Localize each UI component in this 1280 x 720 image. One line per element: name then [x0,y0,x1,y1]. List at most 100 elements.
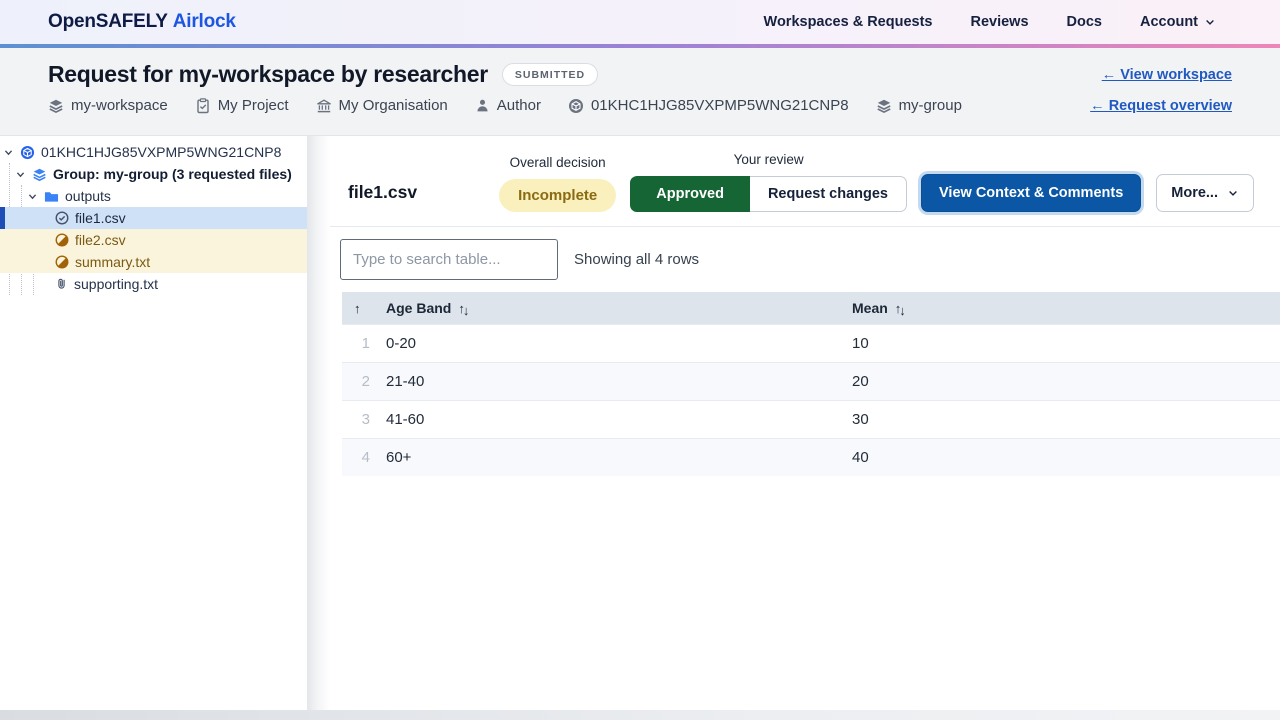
table-row: 2 21-40 20 [342,363,1280,401]
chevron-down-icon[interactable] [27,191,38,202]
meta-workspace: my-workspace [48,97,168,114]
age-band-cell: 41-60 [378,401,844,439]
data-table: ↑ Age Band ↑↓ Mean ↑↓ 1 0-20 10 2 21-40 20… [342,292,1280,476]
table-row: 4 60+ 40 [342,439,1280,477]
page-title: Request for my-workspace by researcher [48,61,488,88]
row-number-cell: 4 [342,439,378,477]
check-circle-icon [55,211,69,225]
table-row: 1 0-20 10 [342,325,1280,363]
brand-logo[interactable]: OpenSAFELYAirlock [48,11,236,33]
tree-node-group[interactable]: Group: my-group (3 requested files) [0,163,307,185]
request-overview-link[interactable]: ← Request overview [1090,98,1232,114]
tree-file-label: supporting.txt [74,276,158,292]
meta-workspace-label: my-workspace [71,97,168,114]
table-header-row: ↑ Age Band ↑↓ Mean ↑↓ [342,292,1280,325]
meta-group-label: my-group [899,97,962,114]
meta-author: Author [475,97,541,114]
tree-file-supporting-txt[interactable]: supporting.txt [0,273,307,295]
pending-review-icon [55,233,69,247]
cube-icon [568,98,584,114]
meta-project-label: My Project [218,97,289,114]
tree-node-outputs-folder[interactable]: outputs [0,185,307,207]
brand-part2: Airlock [173,11,236,32]
meta-group: my-group [876,97,962,114]
status-badge: SUBMITTED [502,63,598,86]
review-button-group: Approved Request changes [630,176,907,212]
chevron-down-icon[interactable] [15,169,26,180]
meta-organisation-label: My Organisation [339,97,448,114]
more-button-label: More... [1171,185,1218,201]
age-band-cell: 60+ [378,439,844,477]
row-number-header[interactable]: ↑ [342,292,378,325]
file-title: file1.csv [348,182,417,212]
mean-cell: 20 [844,363,1280,401]
file-review-header: file1.csv Overall decision Incomplete Yo… [330,136,1280,226]
tree-file-summary-txt[interactable]: summary.txt [0,251,307,273]
more-button[interactable]: More... [1156,174,1254,212]
tree-folder-label: outputs [65,188,111,204]
horizontal-scrollbar-track[interactable] [0,710,1280,720]
nav-links: Workspaces & Requests Reviews Docs Accou… [764,14,1216,30]
tree-file-label: file1.csv [75,210,126,226]
chevron-down-icon [1204,16,1216,28]
mean-cell: 40 [844,439,1280,477]
chevron-down-icon [1227,187,1239,199]
file-review-panel: file1.csv Overall decision Incomplete Yo… [330,136,1280,710]
bank-icon [316,98,332,114]
view-context-comments-button[interactable]: View Context & Comments [921,174,1141,212]
brand-part1: OpenSAFELY [48,11,168,32]
overall-decision-label: Overall decision [510,155,606,170]
tree-group-label: Group: my-group (3 requested files) [53,166,292,182]
mean-header[interactable]: Mean ↑↓ [844,292,1280,325]
your-review-group: Your review Approved Request changes [630,152,907,212]
request-changes-button[interactable]: Request changes [750,176,907,212]
pending-review-icon [55,255,69,269]
approved-button[interactable]: Approved [630,176,750,212]
tree-root-label: 01KHC1HJG85VXPMP5WNG21CNP8 [41,144,281,160]
age-band-cell: 0-20 [378,325,844,363]
layers-icon [32,167,47,182]
meta-author-label: Author [497,97,541,114]
chevron-down-icon[interactable] [3,147,14,158]
clipboard-icon [195,98,211,114]
sort-asc-icon: ↑ [354,301,359,316]
mean-cell: 30 [844,401,1280,439]
rows-count-text: Showing all 4 rows [574,251,699,268]
top-nav: OpenSAFELYAirlock Workspaces & Requests … [0,0,1280,44]
mean-cell: 10 [844,325,1280,363]
age-band-header-label: Age Band [386,300,451,316]
request-cube-icon [20,145,35,160]
age-band-cell: 21-40 [378,363,844,401]
tree-file-file1-csv[interactable]: file1.csv [0,207,307,229]
your-review-label: Your review [734,152,804,167]
search-input[interactable] [340,239,558,280]
mean-header-label: Mean [852,300,888,316]
file-tree-sidebar: 01KHC1HJG85VXPMP5WNG21CNP8 Group: my-gro… [0,136,307,710]
row-number-cell: 1 [342,325,378,363]
tree-node-request-root[interactable]: 01KHC1HJG85VXPMP5WNG21CNP8 [0,141,307,163]
table-toolbar: Showing all 4 rows [330,226,1280,292]
row-number-cell: 3 [342,401,378,439]
age-band-header[interactable]: Age Band ↑↓ [378,292,844,325]
meta-request-id: 01KHC1HJG85VXPMP5WNG21CNP8 [568,97,849,114]
meta-project: My Project [195,97,289,114]
overall-decision-badge: Incomplete [499,179,616,212]
sort-toggle-icon: ↑↓ [458,301,467,316]
view-workspace-link[interactable]: ← View workspace [1102,67,1232,83]
sort-toggle-icon: ↑↓ [895,301,904,316]
tree-file-file2-csv[interactable]: file2.csv [0,229,307,251]
nav-item-docs[interactable]: Docs [1067,14,1102,30]
table-row: 3 41-60 30 [342,401,1280,439]
overall-decision-group: Overall decision Incomplete [499,155,616,212]
request-header: Request for my-workspace by researcher S… [0,48,1280,136]
nav-item-reviews[interactable]: Reviews [970,14,1028,30]
sidebar-resize-handle[interactable] [307,136,330,710]
tree-file-label: file2.csv [75,232,126,248]
tree-file-label: summary.txt [75,254,150,270]
meta-organisation: My Organisation [316,97,448,114]
account-label: Account [1140,14,1198,30]
person-icon [475,98,490,113]
paperclip-icon [55,277,68,291]
nav-item-workspaces-requests[interactable]: Workspaces & Requests [764,14,933,30]
nav-item-account[interactable]: Account [1140,14,1216,30]
